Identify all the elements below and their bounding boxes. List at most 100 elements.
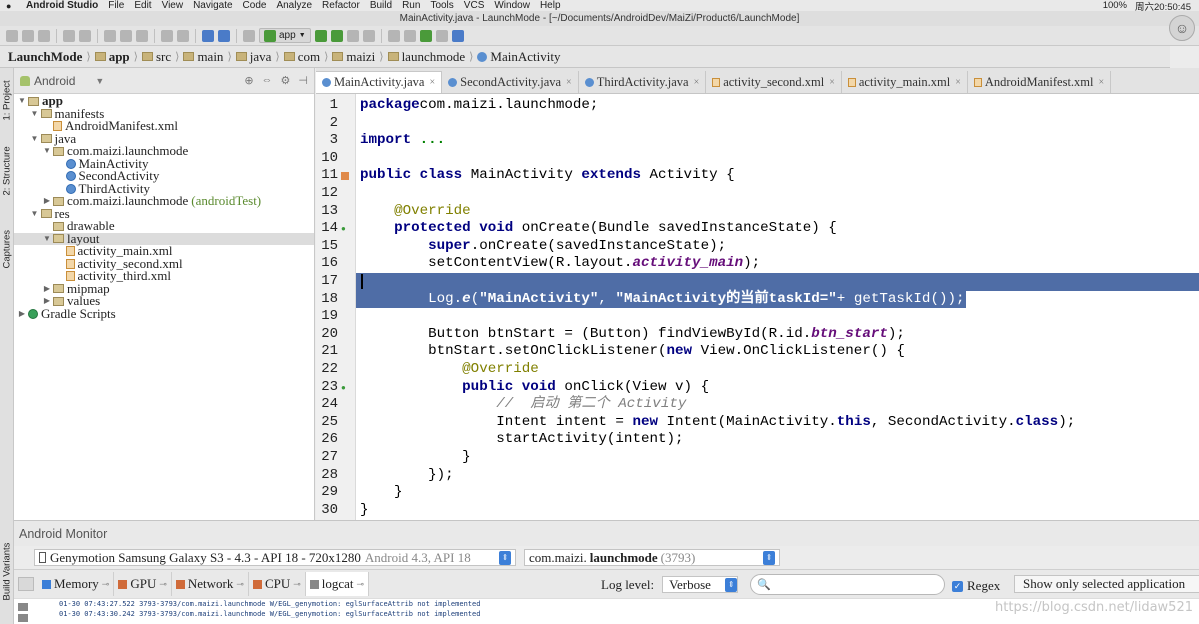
breadcrumb-item[interactable]: MainActivity (473, 49, 564, 65)
collapse-all-icon[interactable]: ⇔ (262, 74, 273, 87)
close-icon[interactable]: × (694, 77, 700, 88)
tree-item[interactable]: activity_third.xml (14, 269, 314, 283)
replace-icon[interactable] (177, 29, 189, 42)
device-select[interactable]: Genymotion Samsung Galaxy S3 - 4.3 - API… (34, 549, 516, 566)
expand-open-icon[interactable]: ▼ (41, 233, 53, 246)
open-icon[interactable] (6, 29, 18, 42)
cut-icon[interactable] (104, 29, 116, 42)
breadcrumb-item[interactable]: maizi (328, 49, 379, 65)
pin-icon[interactable]: ⊸ (159, 579, 167, 590)
expand-open-icon[interactable]: ▼ (16, 95, 28, 108)
monitor-tab-cpu[interactable]: CPU ⊸ (249, 572, 306, 596)
debug-icon[interactable] (330, 29, 343, 42)
copy-icon[interactable] (120, 29, 132, 42)
breadcrumb-item[interactable]: com (280, 49, 324, 65)
run-config-select[interactable]: app ▼ (259, 28, 311, 43)
app-menu[interactable]: Android Studio (26, 0, 98, 11)
breadcrumb-item[interactable]: java (232, 49, 276, 65)
sync-scroll-icon[interactable]: ⊕ (244, 74, 253, 87)
expand-open-icon[interactable]: ▼ (29, 133, 41, 146)
print-icon[interactable] (18, 603, 28, 611)
tree-item[interactable]: ▶ mipmap (14, 282, 314, 296)
monitor-tab-memory[interactable]: Memory ⊸ (38, 572, 115, 596)
tree-item[interactable]: ▶ Gradle Scripts (14, 307, 314, 321)
undo-icon[interactable] (63, 29, 75, 42)
run-icon[interactable] (314, 29, 327, 42)
close-icon[interactable]: × (566, 77, 572, 88)
menu-help[interactable]: Help (540, 0, 561, 11)
override-gutter-icon[interactable]: ● (341, 383, 349, 392)
tree-item[interactable]: MainActivity (14, 157, 314, 171)
editor-tab[interactable]: AndroidManifest.xml × (968, 71, 1112, 93)
attach-debugger-icon[interactable] (346, 29, 359, 42)
structure-tool-tab[interactable]: 2: Structure (2, 146, 13, 195)
sync-icon[interactable] (38, 29, 50, 42)
expand-closed-icon[interactable]: ▶ (41, 283, 53, 296)
override-gutter-icon[interactable]: ● (341, 225, 349, 233)
editor-tab[interactable]: SecondActivity.java × (442, 71, 579, 93)
avd-manager-icon[interactable] (387, 29, 400, 42)
tree-item[interactable]: drawable (14, 219, 314, 233)
breadcrumb-item[interactable]: app (91, 49, 134, 65)
menu-edit[interactable]: Edit (134, 0, 151, 11)
back-icon[interactable] (202, 29, 214, 42)
expand-closed-icon[interactable]: ▶ (16, 308, 28, 321)
help-icon[interactable] (451, 29, 464, 42)
close-icon[interactable]: × (1099, 77, 1105, 88)
menu-refactor[interactable]: Refactor (322, 0, 360, 11)
menu-build[interactable]: Build (370, 0, 392, 11)
view-mode-select[interactable]: Android (20, 74, 75, 88)
editor-tab[interactable]: MainActivity.java × (316, 71, 443, 93)
editor-tab[interactable]: activity_second.xml × (706, 71, 842, 93)
menu-analyze[interactable]: Analyze (276, 0, 312, 11)
build-variants-tool-tab[interactable]: Build Variants (2, 543, 13, 601)
redo-icon[interactable] (79, 29, 91, 42)
pin-icon[interactable]: ⊸ (293, 579, 301, 590)
find-icon[interactable] (161, 29, 173, 42)
filter-select[interactable]: Show only selected application (1014, 575, 1199, 593)
monitor-tab-logcat[interactable]: logcat ⊸ (305, 572, 370, 596)
pin-icon[interactable]: ⊸ (236, 579, 244, 590)
breadcrumb-item[interactable]: launchmode (384, 49, 470, 65)
menu-file[interactable]: File (108, 0, 124, 11)
regex-checkbox[interactable]: ✓ Regex (952, 578, 1000, 594)
expand-closed-icon[interactable]: ▶ (41, 195, 53, 208)
project-structure-icon[interactable] (435, 29, 448, 42)
pin-icon[interactable]: ⊸ (357, 579, 365, 590)
code-editor[interactable]: packagecom.maizi.launchmode; import ... pu… (356, 94, 1199, 520)
editor-tab[interactable]: activity_main.xml × (842, 71, 968, 93)
tree-item[interactable]: ▼ com.maizi.launchmode (14, 144, 314, 158)
menu-view[interactable]: View (162, 0, 184, 11)
menu-navigate[interactable]: Navigate (193, 0, 232, 11)
save-icon[interactable] (22, 29, 34, 42)
apple-icon[interactable]: ● (6, 1, 18, 11)
expand-open-icon[interactable]: ▼ (41, 145, 53, 158)
logcat-search-input[interactable]: 🔍 (750, 574, 945, 595)
class-gutter-icon[interactable] (341, 172, 349, 181)
expand-open-icon[interactable]: ▼ (29, 208, 41, 221)
captures-tool-tab[interactable]: Captures (2, 230, 13, 269)
menu-vcs[interactable]: VCS (464, 0, 485, 11)
monitor-tab-gpu[interactable]: GPU ⊸ (114, 572, 172, 596)
menu-run[interactable]: Run (402, 0, 420, 11)
editor-tab[interactable]: ThirdActivity.java × (579, 71, 707, 93)
close-icon[interactable]: × (430, 77, 436, 88)
pin-icon[interactable]: ⊸ (102, 579, 110, 590)
user-icon[interactable]: ☺ (1169, 15, 1195, 41)
make-project-icon[interactable] (243, 29, 255, 42)
forward-icon[interactable] (218, 29, 230, 42)
paste-icon[interactable] (136, 29, 148, 42)
breadcrumb-item[interactable]: main (179, 49, 227, 65)
hide-panel-icon[interactable]: ⊣ (298, 74, 308, 87)
trash-icon[interactable] (18, 614, 28, 622)
close-icon[interactable]: × (955, 77, 961, 88)
expand-open-icon[interactable]: ▼ (29, 108, 41, 121)
gear-icon[interactable]: ⚙ (281, 74, 291, 87)
monitor-tab-network[interactable]: Network ⊸ (172, 572, 249, 596)
android-monitor-icon[interactable] (419, 29, 432, 42)
log-level-select[interactable]: Verbose ⇕ (662, 576, 739, 593)
breadcrumb-item[interactable]: LaunchMode (4, 49, 86, 65)
chevron-down-icon[interactable]: ▼ (95, 76, 104, 86)
tree-item[interactable]: SecondActivity (14, 169, 314, 183)
project-tool-tab[interactable]: 1: Project (2, 80, 13, 120)
